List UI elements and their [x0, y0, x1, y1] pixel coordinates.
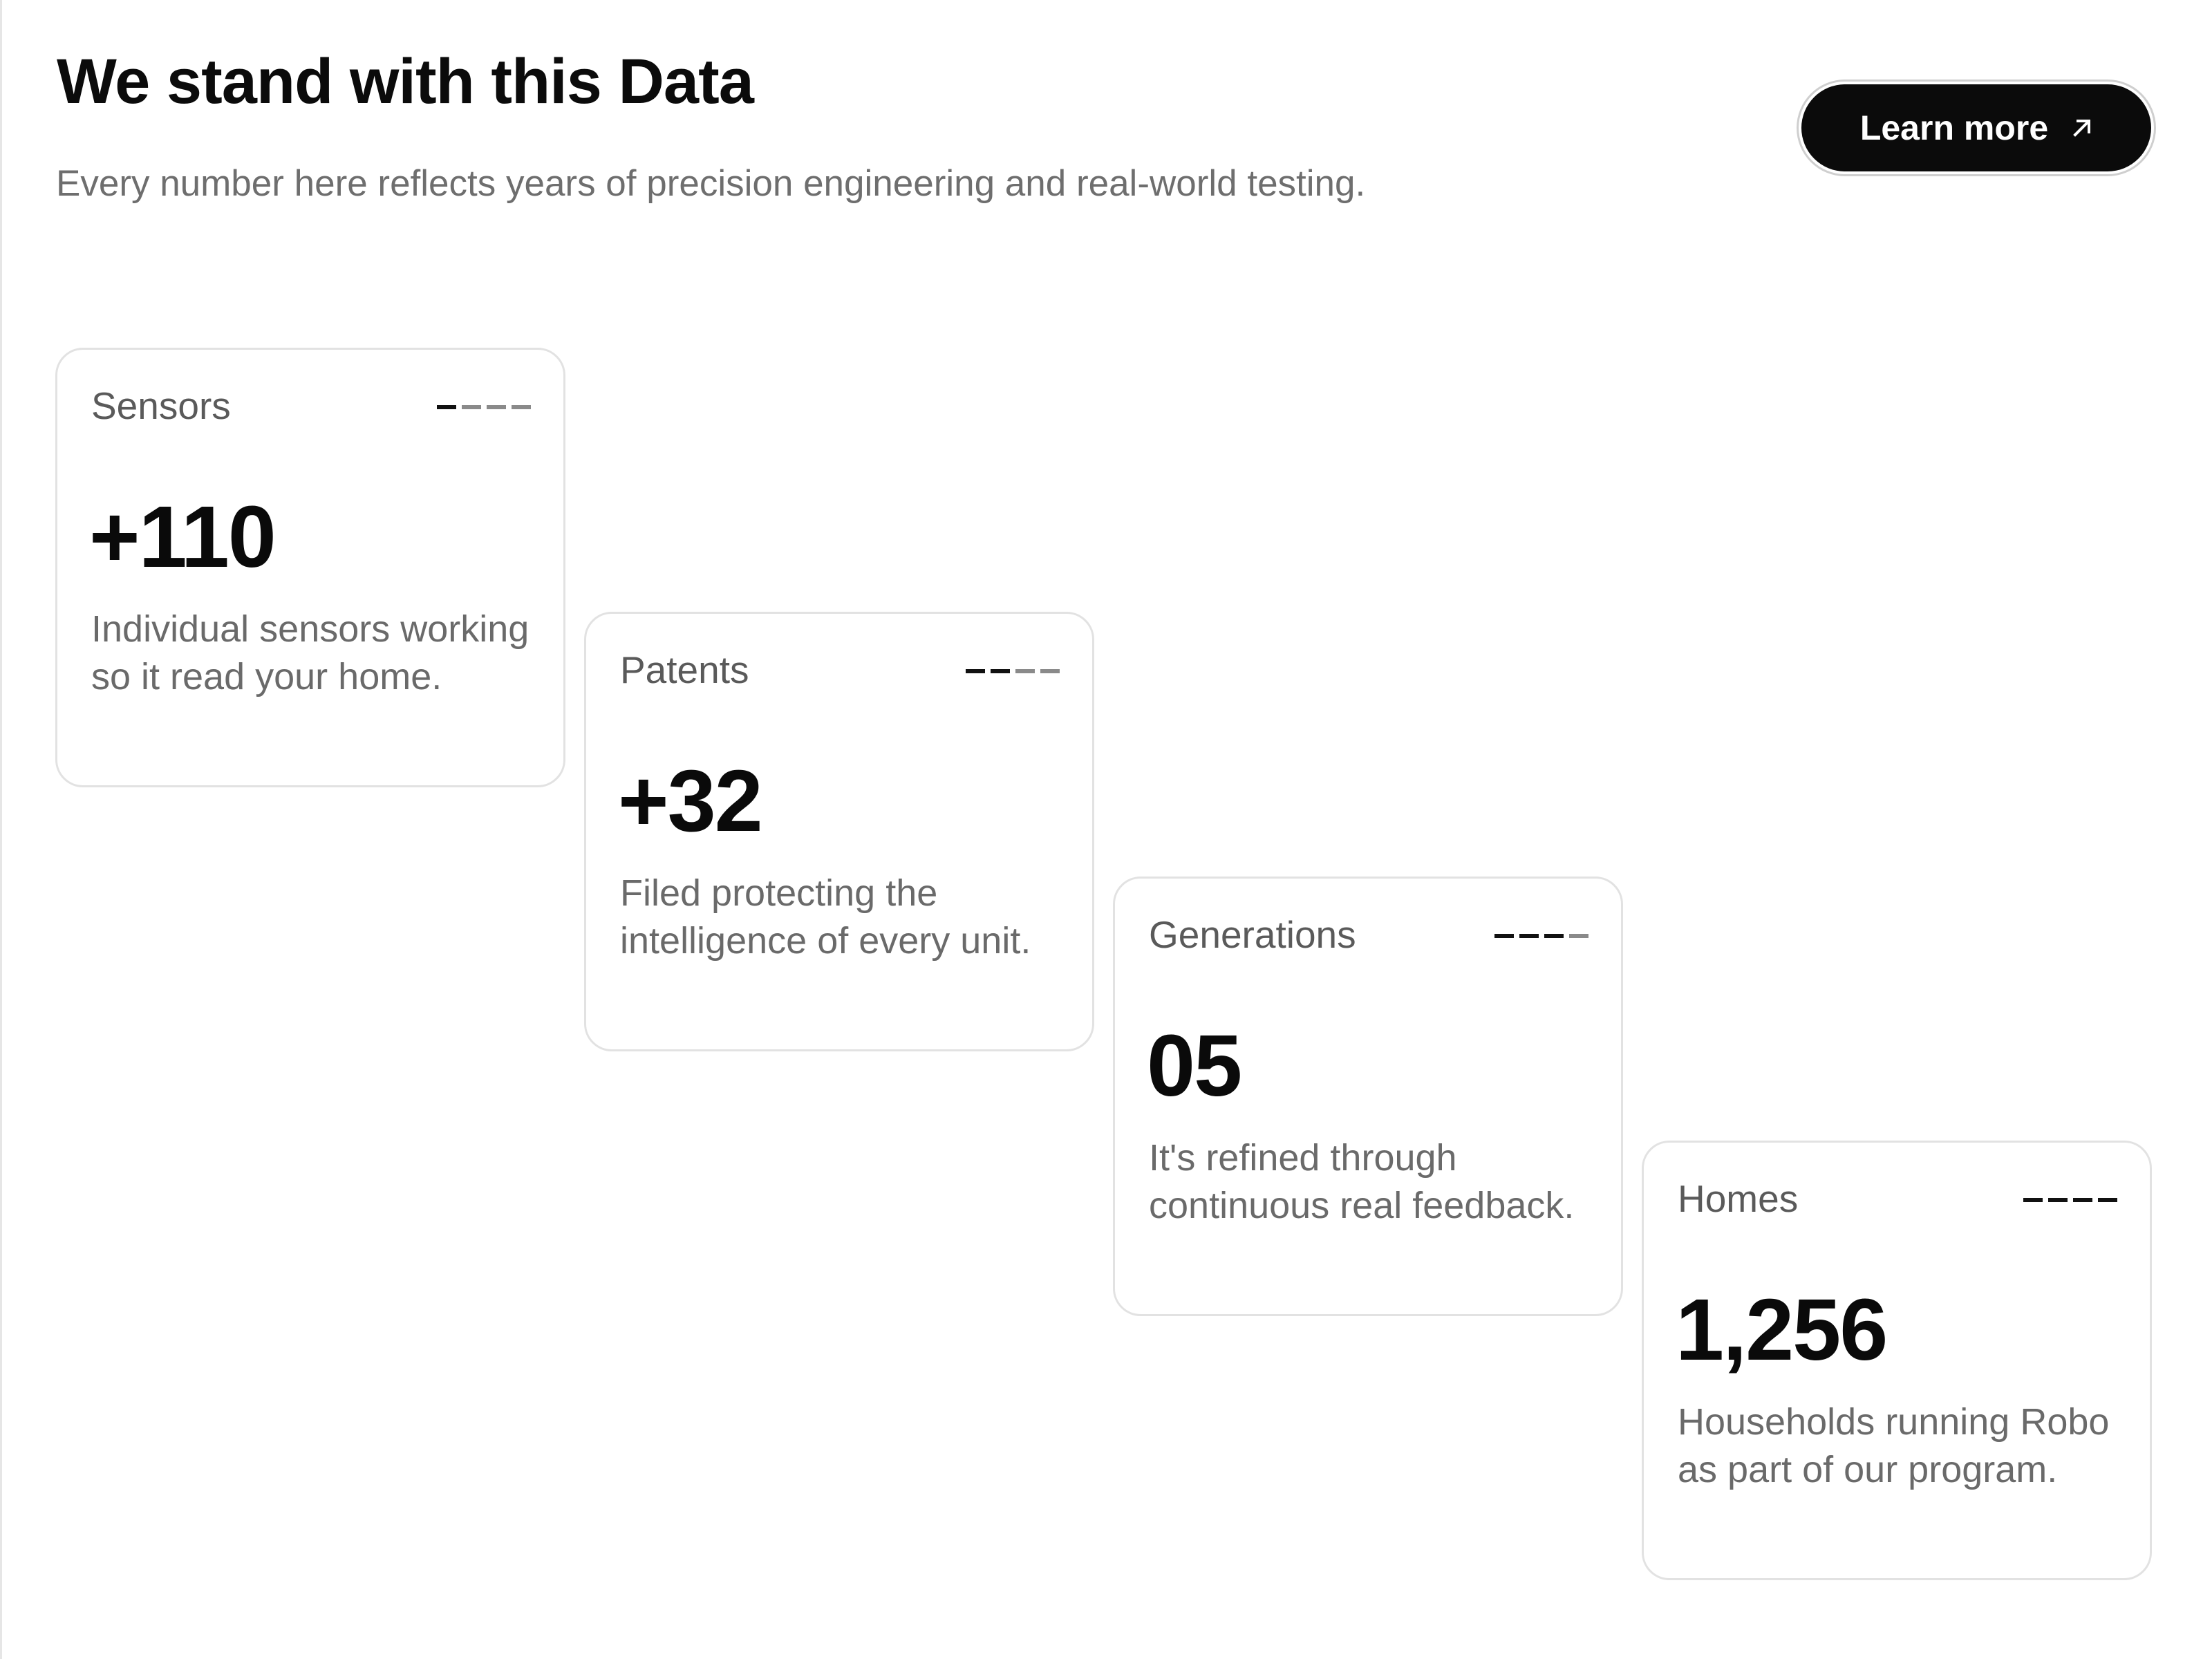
section-subtitle: Every number here reflects years of prec… — [56, 163, 1366, 204]
stat-card-generations: Generations 05 It's refined through cont… — [1113, 877, 1623, 1316]
stat-card-value: +32 — [618, 752, 763, 850]
stat-card-description: Households running Robo as part of our p… — [1678, 1401, 2110, 1490]
dashes-icon — [966, 669, 1060, 673]
learn-more-label: Learn more — [1859, 109, 2049, 147]
stat-card-label: Sensors — [91, 384, 231, 427]
stat-card-value: 1,256 — [1676, 1281, 1888, 1378]
dashes-icon — [1494, 934, 1588, 938]
stat-card-value: +110 — [89, 488, 276, 585]
learn-more-button[interactable]: Learn more — [1801, 84, 2151, 171]
stat-card-label: Generations — [1149, 913, 1356, 956]
stat-card-homes: Homes 1,256 Households running Robo as p… — [1642, 1141, 2152, 1580]
arrow-up-right-icon — [2072, 118, 2092, 138]
dashes-icon — [2023, 1198, 2117, 1202]
stat-card-description: It's refined through continuous real fee… — [1149, 1137, 1575, 1226]
stat-card-patents: Patents +32 Filed protecting the intelli… — [584, 612, 1094, 1051]
stat-card-sensors: Sensors +110 Individual sensors working … — [55, 348, 565, 787]
stat-card-label: Homes — [1678, 1177, 1799, 1220]
stat-card-description: Individual sensors working so it read yo… — [91, 608, 529, 697]
dashes-icon — [437, 405, 531, 409]
page-left-border — [0, 0, 2, 1659]
stat-card-label: Patents — [620, 648, 749, 691]
section-title: We stand with this Data — [57, 46, 754, 117]
stat-card-value: 05 — [1147, 1017, 1242, 1114]
stat-card-description: Filed protecting the intelligence of eve… — [620, 872, 1031, 962]
